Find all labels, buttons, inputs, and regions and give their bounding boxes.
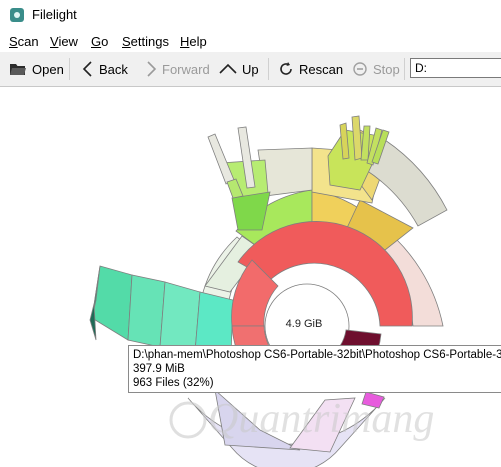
menu-go[interactable]: Go	[91, 34, 108, 49]
open-button[interactable]: Open	[9, 52, 64, 86]
forward-arrow-icon	[147, 61, 157, 77]
title-bar: Filelight	[0, 0, 501, 30]
back-button[interactable]: Back	[82, 52, 128, 86]
tooltip-files: 963 Files (32%)	[133, 377, 214, 389]
segment-tooltip: D:\phan-mem\Photoshop CS6-Portable-32bit…	[128, 345, 501, 393]
menu-help[interactable]: Help	[180, 34, 207, 49]
up-arrow-icon	[219, 63, 237, 74]
stop-icon	[353, 62, 367, 76]
radial-map[interactable]: Quantrimang	[0, 87, 501, 467]
refresh-icon	[280, 62, 292, 75]
path-input[interactable]	[410, 58, 501, 78]
menu-scan[interactable]: Scan	[9, 34, 39, 49]
menu-settings[interactable]: Settings	[122, 34, 169, 49]
menu-bar: Scan View Go Settings Help	[0, 30, 501, 52]
forward-button[interactable]: Forward	[145, 52, 210, 86]
window-title: Filelight	[32, 7, 77, 22]
stop-button[interactable]: Stop	[352, 52, 400, 86]
watermark-logo	[169, 401, 207, 439]
toolbar-separator	[404, 58, 405, 80]
filelight-app-icon	[10, 8, 24, 22]
up-button[interactable]: Up	[219, 52, 259, 86]
menu-view[interactable]: View	[50, 34, 78, 49]
toolbar-separator	[268, 58, 269, 80]
back-arrow-icon	[82, 61, 92, 77]
toolbar-separator	[69, 58, 70, 80]
tooltip-size: 397.9 MiB	[133, 363, 185, 375]
tooltip-path: D:\phan-mem\Photoshop CS6-Portable-32bit…	[133, 349, 501, 361]
radial-map-canvas: Quantrimang 4.9 GiB	[0, 87, 501, 467]
total-size-label: 4.9 GiB	[285, 318, 323, 330]
watermark-text: Quantrimang	[208, 396, 434, 442]
folder-open-icon	[10, 64, 26, 75]
rescan-button[interactable]: Rescan	[278, 52, 343, 86]
